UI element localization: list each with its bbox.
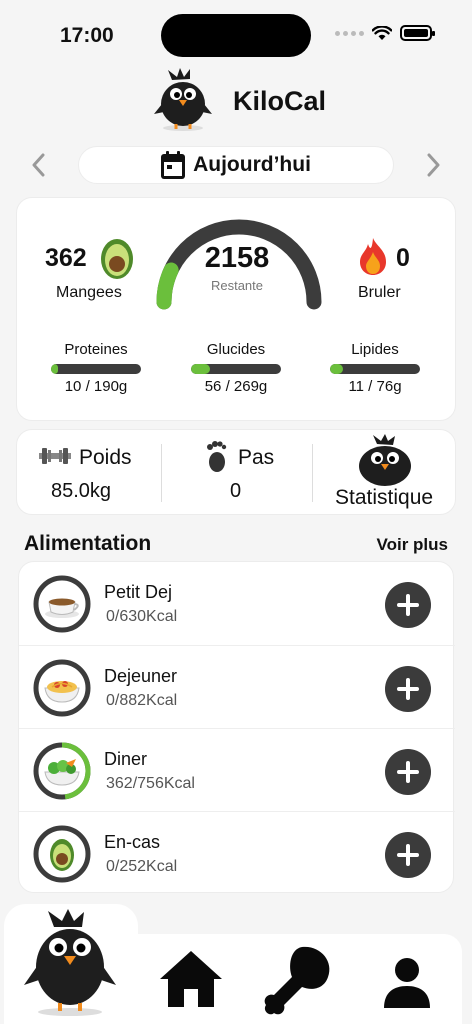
meal-name: Diner (104, 749, 148, 769)
meal-row-dejeuner[interactable]: Dejeuner 0/882Kcal (19, 645, 455, 728)
wifi-icon (372, 25, 392, 40)
nav-mascot-tab[interactable] (18, 908, 122, 1018)
footprint-icon (207, 441, 227, 472)
crow-mascot-icon (359, 434, 411, 486)
remaining-value: 2158 (204, 242, 270, 274)
statistics-label: Statistique (335, 486, 434, 509)
avocado-icon (50, 839, 74, 871)
signal-icon (335, 30, 364, 36)
add-food-button[interactable] (385, 749, 431, 795)
calorie-summary-card: 362 Mangees 2158 Restante 0 Bruler Prote… (16, 197, 456, 421)
plus-icon (397, 678, 419, 700)
plus-icon (397, 844, 419, 866)
remaining-label: Restante (210, 278, 264, 293)
add-food-button[interactable] (385, 582, 431, 628)
previous-day-button[interactable] (24, 150, 54, 180)
burned-value: 0 (396, 244, 410, 272)
see-more-link[interactable]: Voir plus (377, 535, 448, 555)
steps-label: Pas (238, 446, 275, 469)
macro-bar (51, 364, 141, 374)
steps-value: 0 (230, 480, 242, 502)
status-time: 17:00 (60, 24, 114, 47)
fire-icon (360, 238, 386, 275)
meals-list: Petit Dej 0/630Kcal Dejeuner 0/882Kcal D… (18, 561, 455, 894)
status-icons (335, 25, 435, 41)
macro-name: Glucides (206, 341, 266, 358)
avocado-icon (101, 239, 133, 279)
dumbbell-icon (39, 448, 71, 464)
macro-value: 11 / 76g (348, 378, 402, 395)
add-food-button[interactable] (385, 666, 431, 712)
nav-food-tab[interactable] (260, 942, 336, 1018)
app-title: KiloCal (233, 86, 327, 116)
steps-stat[interactable]: Pas 0 (162, 430, 312, 516)
chevron-right-icon (427, 153, 440, 177)
pasta-bowl-icon (44, 681, 80, 703)
battery-icon (400, 25, 435, 41)
macro-protein: Proteines 10 / 190g (46, 341, 146, 395)
user-icon (384, 958, 430, 1008)
meal-kcal: 0/630Kcal (106, 608, 178, 625)
macro-name: Proteines (64, 341, 128, 358)
macro-value: 56 / 269g (204, 378, 268, 395)
body-stats-card: Poids 85.0kg Pas 0 Statistique (16, 429, 456, 515)
meal-progress-ring (33, 825, 91, 883)
eaten-value: 362 (45, 244, 87, 272)
chevron-left-icon (32, 153, 45, 177)
macro-value: 10 / 190g (64, 378, 128, 395)
add-food-button[interactable] (385, 832, 431, 878)
meal-progress-ring (33, 742, 91, 800)
macro-name: Lipides (351, 341, 399, 358)
meal-kcal: 0/252Kcal (106, 858, 178, 875)
macro-bar (330, 364, 420, 374)
eaten-label: Mangees (56, 284, 122, 301)
statistics-button[interactable]: Statistique (313, 430, 457, 516)
meal-name: Dejeuner (104, 666, 178, 686)
meal-row-diner[interactable]: Diner 362/756Kcal (19, 728, 455, 811)
meal-row-en-cas[interactable]: En-cas 0/252Kcal (19, 811, 455, 894)
nav-home-tab[interactable] (156, 944, 226, 1014)
date-selector[interactable]: Aujourd’hui (78, 146, 394, 184)
meal-progress-ring (33, 575, 91, 633)
macro-carbs: Glucides 56 / 269g (186, 341, 286, 395)
dynamic-island (161, 14, 311, 57)
burned-label: Bruler (358, 284, 401, 301)
meal-name: Petit Dej (104, 582, 173, 602)
meal-kcal: 0/882Kcal (106, 692, 178, 709)
drumstick-icon (264, 946, 330, 1015)
weight-stat[interactable]: Poids 85.0kg (17, 430, 161, 516)
next-day-button[interactable] (418, 150, 448, 180)
date-label: Aujourd’hui (193, 153, 311, 176)
section-title: Alimentation (24, 532, 152, 555)
meal-name: En-cas (104, 832, 161, 852)
coffee-cup-icon (45, 598, 79, 618)
calendar-icon (161, 151, 186, 179)
crow-mascot-icon (154, 68, 212, 131)
meal-row-petit-dej[interactable]: Petit Dej 0/630Kcal (19, 562, 455, 645)
weight-label: Poids (79, 446, 132, 469)
macro-fat: Lipides 11 / 76g (325, 341, 425, 395)
macro-bar (191, 364, 281, 374)
meal-progress-ring (33, 659, 91, 717)
weight-value: 85.0kg (51, 480, 112, 502)
plus-icon (397, 594, 419, 616)
crow-mascot-icon (24, 909, 116, 1016)
meal-kcal: 362/756Kcal (106, 775, 195, 792)
nav-profile-tab[interactable] (374, 952, 440, 1012)
plus-icon (397, 761, 419, 783)
home-icon (160, 951, 222, 1007)
